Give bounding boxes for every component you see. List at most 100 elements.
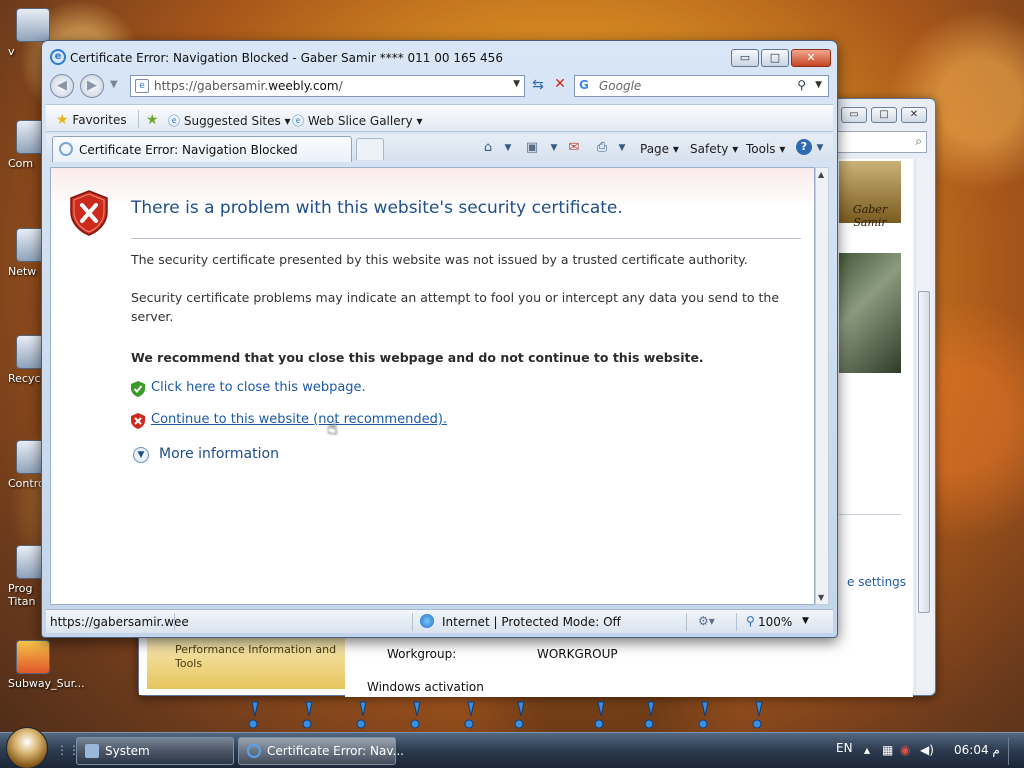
zoom-icon: ⚲ [746, 614, 755, 628]
feeds-dropdown-icon[interactable]: ▼ [546, 143, 562, 157]
stop-icon[interactable]: ✕ [550, 76, 570, 94]
taskbar: ⋮⋮ System Certificate Error: Nav... EN ▴… [0, 727, 1024, 768]
scrollbar-thumb[interactable] [918, 291, 930, 613]
internet-zone-icon [420, 614, 434, 628]
pop-up-blocker-icon[interactable]: ⚙▾ [698, 614, 715, 628]
system-icon [85, 744, 99, 758]
tab-certificate-error[interactable]: Certificate Error: Navigation Blocked [52, 136, 352, 162]
favorites-star-icon: ★ [56, 112, 69, 128]
warning-text: Security certificate problems may indica… [131, 290, 780, 324]
print-icon[interactable]: ⎙ [594, 140, 610, 155]
logo-image: Gaber Samir [839, 161, 901, 229]
taskbar-button-system[interactable]: System [76, 737, 234, 765]
divider [686, 613, 687, 631]
page-scrollbar[interactable]: ▲ ▼ [815, 167, 829, 605]
minimize-button[interactable]: ▭ [841, 107, 867, 123]
network-icon[interactable]: ▦ [882, 743, 893, 757]
ie-logo-icon [247, 744, 261, 758]
status-url: https://gabersamir.wee [50, 615, 189, 629]
help-icon[interactable]: ? [796, 139, 812, 155]
recommendation-text: We recommend that you close this webpage… [131, 350, 704, 365]
search-options-dropdown-icon[interactable]: ▼ [815, 80, 822, 90]
performance-information-link[interactable]: Performance Information and Tools [147, 637, 345, 689]
workgroup-label: Workgroup: [387, 647, 457, 661]
help-dropdown-icon[interactable]: ▼ [812, 143, 828, 157]
desktop-icon-subway-surfers[interactable]: Subway_Sur... [8, 640, 85, 690]
wallpaper-drops [248, 701, 763, 729]
favorites-bar: ★ Favorites ★ ⓔ Suggested Sites ▾ ⓔ Web … [46, 104, 833, 132]
antivirus-icon[interactable]: ◉ [900, 743, 910, 757]
taskbar-button-ie[interactable]: Certificate Error: Nav... [238, 737, 404, 765]
status-bar: https://gabersamir.wee Internet | Protec… [46, 609, 833, 633]
safety-menu-button[interactable]: Safety ▾ [690, 142, 738, 156]
divider [412, 613, 413, 631]
add-to-favorites-bar-icon[interactable]: ★ [146, 112, 159, 128]
system-tray: EN ▴ ▦ ◉ ◀) 06:04 م [814, 733, 1024, 768]
tools-menu-button[interactable]: Tools ▾ [746, 142, 785, 156]
clock[interactable]: 06:04 م [954, 743, 1000, 757]
profile-photo [839, 253, 901, 373]
internet-explorer-window[interactable]: e Certificate Error: Navigation Blocked … [41, 40, 838, 638]
close-button[interactable]: ✕ [901, 107, 927, 123]
search-icon[interactable]: ⚲ [797, 78, 806, 92]
window-controls: ▭ □ ✕ [731, 49, 831, 67]
ie-logo-icon: e [50, 49, 66, 65]
home-dropdown-icon[interactable]: ▼ [500, 143, 516, 157]
divider [131, 238, 801, 239]
read-mail-icon[interactable]: ✉ [566, 140, 582, 155]
close-button[interactable]: ✕ [791, 49, 831, 67]
search-placeholder: Google [599, 79, 642, 93]
print-dropdown-icon[interactable]: ▼ [614, 143, 630, 157]
page-icon: e [135, 79, 149, 93]
back-button[interactable]: ◀ [50, 74, 74, 98]
web-slice-gallery-button[interactable]: ⓔ Web Slice Gallery ▾ [292, 112, 422, 129]
chevron-down-icon: ▼ [133, 447, 149, 463]
home-icon[interactable]: ⌂ [480, 140, 496, 155]
navigation-bar: ◀ ▶ ▼ e https://gabersamir.weebly.com/ ▼… [50, 74, 829, 100]
search-input[interactable]: G Google ⚲ ▼ [574, 75, 829, 97]
system-window-controls: ▭ □ ✕ [841, 107, 927, 123]
refresh-icon[interactable]: ⇆ [528, 77, 548, 95]
favorites-button[interactable]: ★ Favorites [56, 112, 127, 128]
address-bar[interactable]: e https://gabersamir.weebly.com/ ▼ [130, 75, 525, 97]
workgroup-value: WORKGROUP [537, 647, 618, 661]
security-zone-label[interactable]: Internet | Protected Mode: Off [442, 615, 621, 629]
forward-button[interactable]: ▶ [80, 74, 104, 98]
zoom-level[interactable]: 100% [758, 615, 792, 629]
system-scrollbar[interactable] [915, 159, 932, 691]
show-desktop-button[interactable] [1008, 737, 1020, 765]
maximize-button[interactable]: □ [871, 107, 897, 123]
zoom-dropdown-icon[interactable]: ▼ [802, 616, 809, 626]
settings-link[interactable]: e settings [847, 575, 906, 589]
error-shield-icon [70, 190, 108, 236]
system-info-panel: Workgroup: WORKGROUP Windows activation [345, 637, 913, 697]
loading-icon [59, 142, 73, 156]
maximize-button[interactable]: □ [761, 49, 789, 67]
hand-cursor-icon: ☝ [327, 418, 338, 439]
divider [839, 514, 901, 515]
volume-icon[interactable]: ◀) [920, 743, 934, 757]
language-indicator[interactable]: EN [836, 741, 853, 755]
page-content: There is a problem with this website's s… [50, 167, 815, 605]
page-menu-button[interactable]: Page ▾ [640, 142, 679, 156]
certificate-issue-text: The security certificate presented by th… [131, 252, 748, 267]
show-hidden-icons-icon[interactable]: ▴ [864, 743, 870, 757]
divider [138, 110, 139, 128]
divider [736, 613, 737, 631]
new-tab-button[interactable] [356, 138, 384, 160]
green-shield-icon [131, 381, 145, 397]
address-url: https://gabersamir.weebly.com/ [154, 79, 343, 93]
search-icon: ⌕ [915, 134, 922, 148]
start-button[interactable] [6, 727, 48, 768]
ie-page-icon: ⓔ [168, 114, 181, 128]
red-shield-icon [131, 413, 145, 429]
google-icon: G [579, 78, 589, 92]
recent-pages-dropdown-icon[interactable]: ▼ [110, 79, 118, 90]
address-dropdown-icon[interactable]: ▼ [513, 79, 520, 89]
minimize-button[interactable]: ▭ [731, 49, 759, 67]
divider [174, 613, 175, 631]
window-title: Certificate Error: Navigation Blocked - … [70, 51, 503, 65]
feeds-icon[interactable]: ▣ [524, 140, 540, 155]
windows-activation-label: Windows activation [367, 680, 484, 694]
suggested-sites-button[interactable]: ⓔ Suggested Sites ▾ [168, 112, 291, 129]
